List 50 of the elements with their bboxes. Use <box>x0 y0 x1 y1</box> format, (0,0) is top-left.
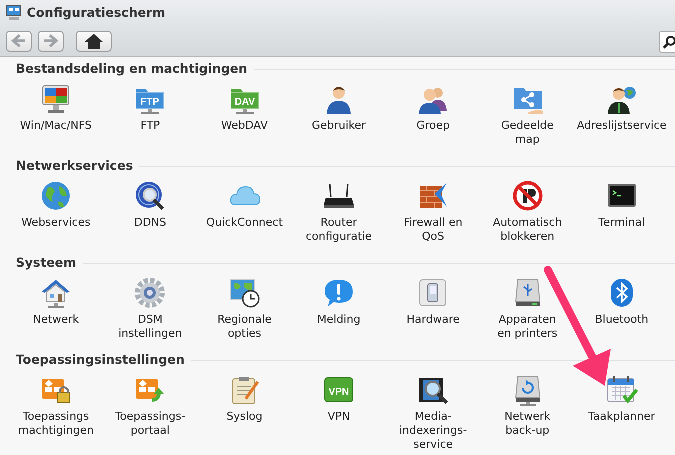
item-label[interactable]: Netwerk <box>20 313 92 327</box>
item-label[interactable]: Groep <box>397 119 470 133</box>
section-title: Netwerkservices <box>16 156 134 175</box>
item-label[interactable]: Toepassings-portaal <box>114 410 186 438</box>
icon-text: FTP <box>141 97 160 108</box>
item-label[interactable]: Taakplanner <box>586 410 658 424</box>
home-button[interactable] <box>76 30 112 52</box>
item-label[interactable]: Gedeelde map <box>492 119 564 147</box>
monitor-icon[interactable] <box>40 83 72 115</box>
item-label[interactable]: WebDAV <box>208 119 281 133</box>
window-title: Configuratiescherm <box>27 4 166 22</box>
item-label[interactable]: Syslog <box>208 410 281 424</box>
item-label[interactable]: FTP <box>114 119 186 133</box>
item-label[interactable]: Gebruiker <box>303 119 376 133</box>
gear-icon[interactable] <box>134 277 166 309</box>
map-clock-icon[interactable] <box>228 277 261 309</box>
search-icon <box>663 35 675 49</box>
item-label[interactable]: Automatisch blokkeren <box>492 216 564 244</box>
control-panel-icon <box>6 5 22 21</box>
item-label[interactable]: Firewall en QoS <box>397 216 470 244</box>
house-icon[interactable] <box>40 277 72 309</box>
item-label[interactable]: VPN <box>303 410 376 424</box>
speech-bubble-icon[interactable] <box>323 277 356 309</box>
item-label[interactable]: Media-indexerings-service <box>397 410 470 452</box>
item-label[interactable]: Adreslijstservice <box>577 119 667 133</box>
switch-icon[interactable] <box>417 277 450 309</box>
item-label[interactable]: Netwerk back-up <box>492 410 564 438</box>
globe-icon[interactable] <box>40 180 72 212</box>
icon-text: VPN <box>328 387 350 398</box>
item-label[interactable]: Melding <box>303 313 376 327</box>
section-title: Toepassingsinstellingen <box>16 350 185 369</box>
globe-magnifier-icon[interactable] <box>134 180 166 212</box>
icon-text: DAV <box>234 97 255 108</box>
item-label[interactable]: Hardware <box>397 313 470 327</box>
item-label[interactable]: Bluetooth <box>586 313 658 327</box>
item-label[interactable]: Router configuratie <box>303 216 376 244</box>
item-label[interactable]: Toepassings machtigingen <box>18 410 94 438</box>
item-label[interactable]: Regionale opties <box>208 313 281 341</box>
search-button[interactable] <box>659 31 675 53</box>
item-label[interactable]: DSM instellingen <box>114 313 186 341</box>
item-label[interactable]: Win/Mac/NFS <box>20 119 92 133</box>
section-title: Systeem <box>16 254 77 272</box>
calendar-check-icon[interactable] <box>606 374 638 406</box>
item-label[interactable]: QuickConnect <box>206 216 284 230</box>
section-title: Bestandsdeling en machtigingen <box>16 60 248 78</box>
no-entry-icon[interactable] <box>512 180 544 212</box>
item-label[interactable]: DDNS <box>114 216 186 230</box>
item-label[interactable]: Terminal <box>586 216 658 230</box>
item-label[interactable]: Apparaten en printers <box>492 313 564 341</box>
item-label[interactable]: Webservices <box>20 216 92 230</box>
